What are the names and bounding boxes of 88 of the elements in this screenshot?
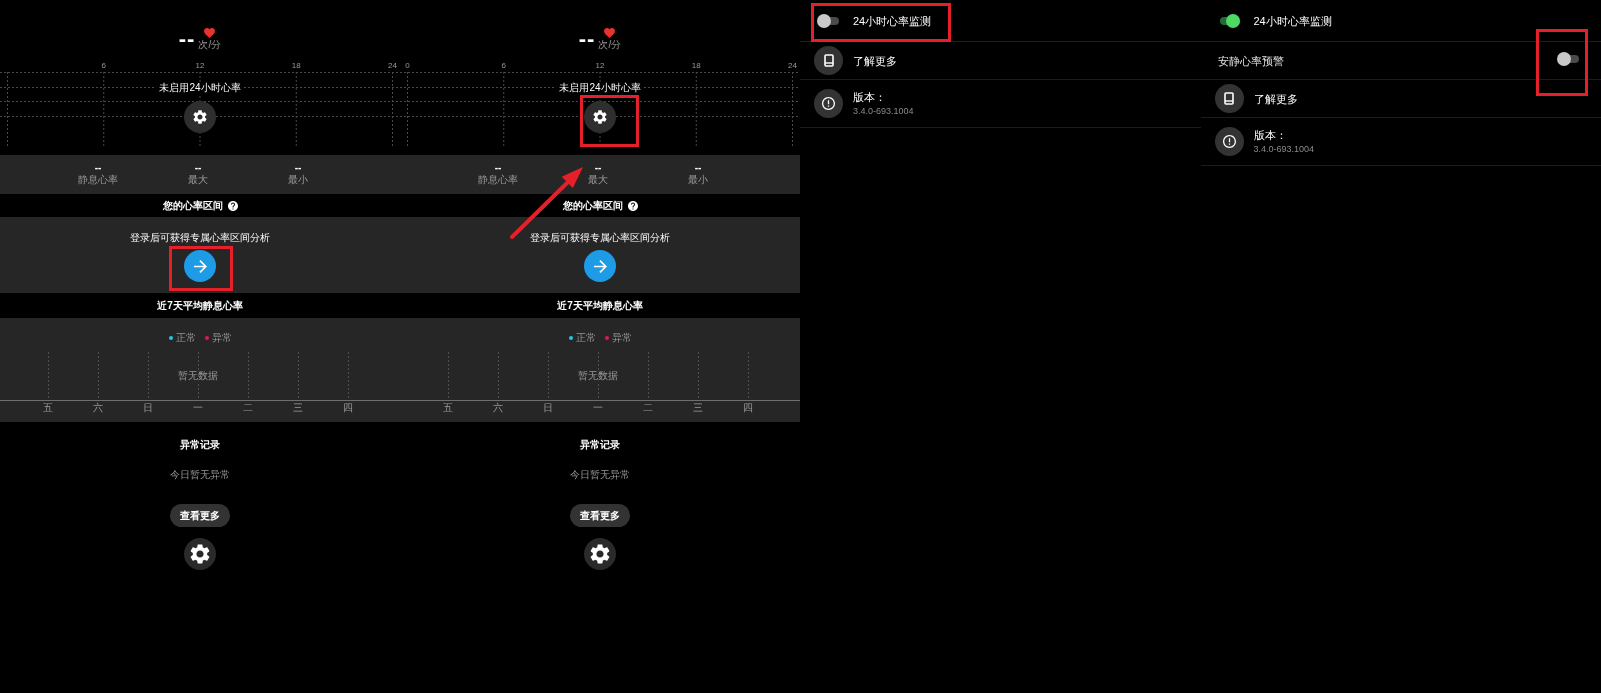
- stat-value: --: [294, 162, 302, 173]
- section-title: 您的心率区间: [562, 199, 623, 212]
- setting-label: 安静心率预警: [1217, 53, 1284, 68]
- stat-label: 最小: [688, 174, 708, 186]
- hour-tick-label: 18: [691, 61, 701, 70]
- stat-label: 最大: [188, 174, 208, 186]
- stat-value: --: [694, 162, 702, 173]
- stat-value: --: [194, 162, 202, 173]
- weekday-label: 三: [693, 403, 703, 413]
- stat-value: --: [594, 162, 602, 173]
- view-more-button[interactable]: 查看更多: [570, 504, 630, 527]
- weekday-label: 二: [243, 403, 253, 413]
- book-icon: [1214, 84, 1244, 113]
- setting-label: 24小时心率监测: [853, 13, 932, 28]
- login-message: 登录后可获得专属心率区间分析: [530, 232, 670, 244]
- section-title: 异常记录: [180, 440, 220, 450]
- abnormal-message: 今日暂无异常: [570, 470, 630, 480]
- next-button[interactable]: [184, 250, 216, 282]
- settings-button[interactable]: [584, 538, 616, 570]
- chart-message: 未启用24小时心率: [556, 82, 644, 94]
- section-title: 近7天平均静息心率: [157, 299, 243, 312]
- stat-label: 最小: [288, 174, 308, 186]
- toggle-switch[interactable]: [817, 13, 839, 28]
- weekday-label: 六: [493, 403, 503, 413]
- setting-label: 24小时心率监测: [1253, 13, 1332, 28]
- weekday-label: 六: [93, 403, 103, 413]
- weekday-label: 五: [43, 403, 53, 413]
- hour-tick-label: 6: [101, 61, 106, 70]
- section-title: 您的心率区间: [162, 199, 223, 212]
- settings-button[interactable]: [184, 101, 216, 133]
- learn-more-link[interactable]: 了解更多: [1253, 91, 1298, 106]
- section-title: 近7天平均静息心率: [557, 299, 643, 312]
- settings-button[interactable]: [584, 101, 616, 133]
- arrow-right-icon: [193, 259, 207, 273]
- heart-icon: [204, 28, 216, 38]
- gear-icon: [590, 544, 610, 564]
- view-more-button[interactable]: 查看更多: [170, 504, 230, 527]
- login-message: 登录后可获得专属心率区间分析: [130, 232, 270, 244]
- hour-tick-label: 24: [788, 61, 797, 70]
- legend-label: 正常: [575, 333, 596, 343]
- empty-chart-text: 暂无数据: [576, 370, 620, 382]
- hour-tick-label: 12: [595, 61, 605, 70]
- hour-tick-label: 18: [291, 61, 301, 70]
- gear-icon: [593, 110, 607, 124]
- weekday-label: 日: [543, 403, 553, 413]
- weekday-label: 日: [143, 403, 153, 413]
- heart-rate-value: --: [178, 28, 196, 50]
- weekday-label: 五: [443, 403, 453, 413]
- chart-message: 未启用24小时心率: [156, 82, 244, 94]
- next-button[interactable]: [584, 250, 616, 282]
- settings-button[interactable]: [184, 538, 216, 570]
- gear-icon: [190, 544, 210, 564]
- heart-icon: [604, 28, 616, 38]
- hour-tick-label: 0: [405, 61, 410, 70]
- weekday-label: 一: [593, 403, 603, 413]
- weekday-label: 二: [643, 403, 653, 413]
- help-icon[interactable]: [227, 200, 238, 211]
- empty-chart-text: 暂无数据: [176, 370, 220, 382]
- stat-label: 最大: [588, 174, 608, 186]
- help-icon[interactable]: [627, 200, 638, 211]
- hour-tick-label: 24: [388, 61, 397, 70]
- legend-label: 异常: [611, 333, 632, 343]
- weekday-label: 一: [193, 403, 203, 413]
- abnormal-message: 今日暂无异常: [170, 470, 230, 480]
- version-number: 3.4.0-693.1004: [1253, 143, 1315, 155]
- unit-label: 次/分: [598, 40, 622, 50]
- unit-label: 次/分: [198, 40, 222, 50]
- gear-icon: [193, 110, 207, 124]
- book-icon: [814, 46, 843, 75]
- section-title: 异常记录: [580, 440, 620, 450]
- version-number: 3.4.0-693.1004: [853, 105, 914, 117]
- hour-tick-label: 12: [195, 61, 205, 70]
- version-title: 版本：: [853, 90, 887, 104]
- weekday-label: 三: [293, 403, 303, 413]
- learn-more-link[interactable]: 了解更多: [853, 53, 897, 68]
- stat-label: 静息心率: [78, 174, 118, 186]
- weekday-label: 四: [743, 403, 753, 413]
- version-title: 版本：: [1253, 128, 1288, 142]
- toggle-switch[interactable]: [1557, 51, 1579, 66]
- legend-label: 正常: [175, 333, 196, 343]
- stat-label: 静息心率: [478, 174, 518, 186]
- hour-tick-label: 6: [501, 61, 506, 70]
- stat-value: --: [94, 162, 102, 173]
- stat-value: --: [494, 162, 502, 173]
- legend-label: 异常: [211, 333, 232, 343]
- weekday-label: 四: [343, 403, 353, 413]
- heart-rate-value: --: [578, 28, 596, 50]
- arrow-right-icon: [593, 259, 607, 273]
